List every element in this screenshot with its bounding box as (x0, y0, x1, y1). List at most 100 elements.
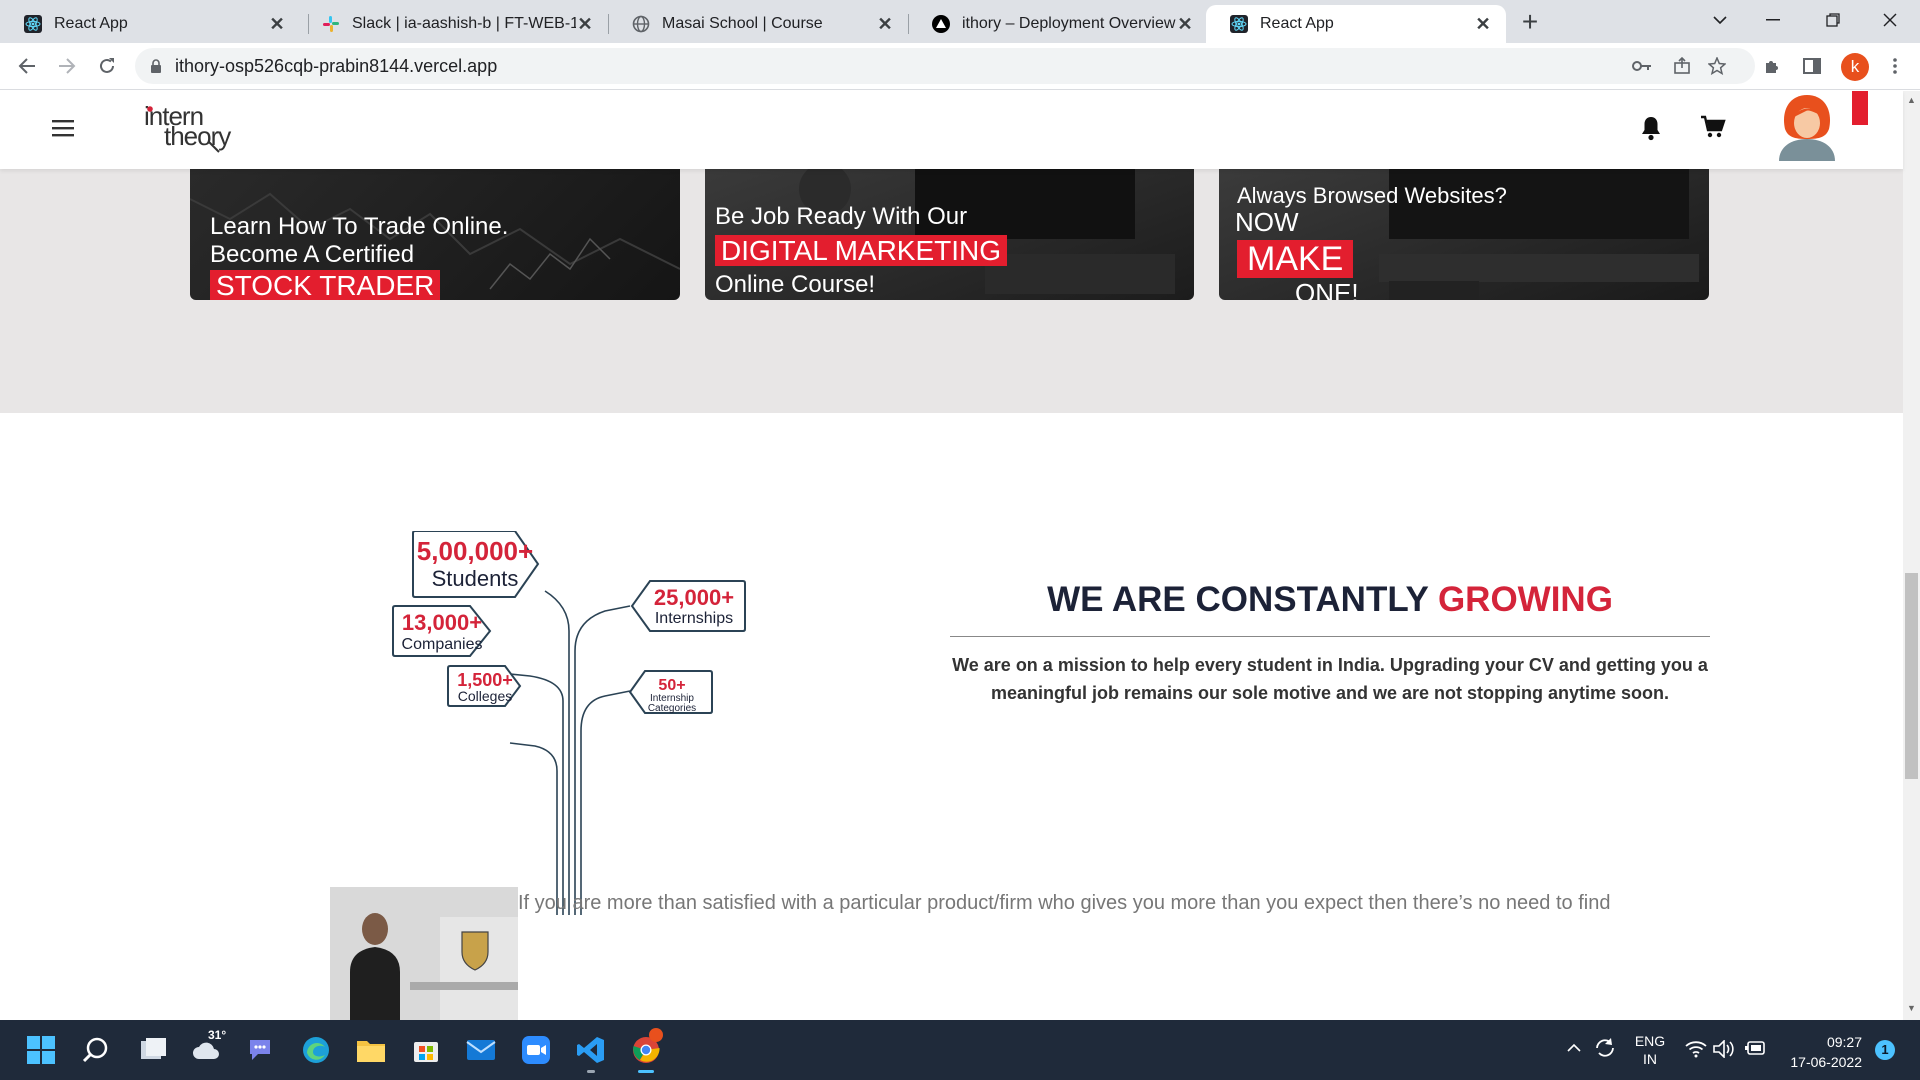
close-tab-icon[interactable]: ✕ (268, 14, 286, 35)
globe-icon (632, 15, 650, 33)
hamburger-menu-icon[interactable] (52, 119, 74, 142)
banner-1-highlight: STOCK TRADER (210, 270, 441, 300)
clock-date: 17-06-2022 (1790, 1054, 1862, 1070)
forward-arrow-icon[interactable] (52, 51, 82, 81)
tab-react-app-active[interactable]: React App ✕ (1206, 5, 1506, 43)
edge-browser-icon[interactable] (296, 1030, 336, 1070)
new-tab-button[interactable]: + (1515, 7, 1545, 37)
stat-tag-internships: 25,000+ Internships (630, 580, 746, 632)
stat-tag-companies: 13,000+ Companies (392, 605, 492, 657)
browser-toolbar: ithory-osp526cqb-prabin8144.vercel.app k (0, 43, 1920, 90)
user-avatar[interactable] (1775, 91, 1839, 166)
tray-chevron-icon[interactable] (1566, 1040, 1582, 1056)
growing-heading-part-2: GROWING (1437, 580, 1613, 619)
heading-divider (950, 636, 1710, 637)
stat-colleges-label: Colleges (458, 688, 512, 704)
stat-internships-label: Internships (655, 610, 733, 627)
stat-students-label: Students (432, 566, 519, 591)
scroll-down-arrow-icon[interactable]: ▼ (1907, 1003, 1916, 1013)
tab-title: React App (1260, 15, 1334, 32)
react-icon (1230, 15, 1248, 33)
floating-red-tab[interactable] (1852, 91, 1868, 125)
close-tab-icon[interactable]: ✕ (1474, 14, 1492, 35)
banner-2-line-1: Be Job Ready With Our (715, 203, 968, 230)
side-panel-icon[interactable] (1797, 51, 1827, 81)
stat-tag-students: 5,00,000+ Students (412, 531, 540, 598)
testimonial-photo (330, 887, 518, 1020)
file-explorer-icon[interactable] (351, 1030, 391, 1070)
language-indicator[interactable]: ENG IN (1633, 1032, 1667, 1068)
browser-tab-strip: React App ✕ Slack | ia-aashish-b | FT-WE… (0, 0, 1920, 43)
mission-text: We are on a mission to help every studen… (952, 655, 1708, 703)
growing-heading-part-1: WE ARE CONSTANTLY (1047, 580, 1429, 619)
logo-dot-icon (147, 106, 153, 112)
page-viewport: intern theory Learn How To Trade Online.… (0, 91, 1920, 1020)
scrollbar-thumb[interactable] (1905, 573, 1918, 779)
browser-menu-icon[interactable] (1880, 51, 1910, 81)
address-bar[interactable]: ithory-osp526cqb-prabin8144.vercel.app (135, 48, 1755, 84)
battery-icon[interactable] (1745, 1040, 1767, 1059)
stat-students-value: 5,00,000+ (417, 536, 533, 566)
weather-temp: 31° (208, 1028, 227, 1042)
growing-heading: WE ARE CONSTANTLY GROWING (950, 580, 1710, 620)
logo-magnifier-icon (208, 141, 220, 153)
windows-start-icon[interactable] (21, 1030, 61, 1070)
zoom-app-icon[interactable] (516, 1030, 556, 1070)
close-tab-icon[interactable]: ✕ (576, 14, 594, 35)
close-window-icon[interactable] (1860, 0, 1920, 40)
banner-make-website[interactable]: Always Browsed Websites? NOW MAKE ONE! (1219, 169, 1709, 300)
banner-stock-trader[interactable]: Learn How To Trade Online. Become A Cert… (190, 169, 680, 300)
intern-theory-logo[interactable]: intern theory (142, 101, 242, 157)
testimonial-text: If you are more than satisfied with a pa… (518, 892, 1611, 914)
microsoft-store-icon[interactable] (406, 1030, 446, 1070)
windows-taskbar: 31° ENG IN 09:27 17-06-2022 1 (0, 1020, 1920, 1080)
page-scrollbar[interactable]: ▲ ▼ (1903, 91, 1920, 1020)
close-tab-icon[interactable]: ✕ (876, 14, 894, 35)
tab-masai-school[interactable]: Masai School | Course ✕ (608, 5, 908, 43)
growth-stats-graphic: 5,00,000+ Students 13,000+ Companies 1,5… (392, 531, 746, 915)
stat-colleges-value: 1,500+ (457, 670, 513, 690)
vscode-icon[interactable] (571, 1030, 611, 1073)
language-code: ENG (1634, 1033, 1666, 1049)
tab-vercel-deployment[interactable]: ithory – Deployment Overview ✕ (908, 5, 1208, 43)
volume-icon[interactable] (1713, 1039, 1735, 1061)
restore-window-icon[interactable] (1803, 0, 1863, 40)
shopping-cart-icon[interactable] (1700, 115, 1726, 144)
notification-count-badge[interactable]: 1 (1875, 1040, 1895, 1060)
tab-title: Slack | ia-aashish-b | FT-WEB-16 (352, 15, 576, 32)
mail-icon[interactable] (461, 1030, 501, 1070)
close-tab-icon[interactable]: ✕ (1176, 14, 1194, 35)
back-arrow-icon[interactable] (12, 51, 42, 81)
teams-chat-icon[interactable] (240, 1030, 280, 1070)
search-icon[interactable] (75, 1030, 115, 1070)
extensions-puzzle-icon[interactable] (1757, 51, 1787, 81)
vercel-icon (932, 15, 950, 33)
reload-icon[interactable] (92, 51, 122, 81)
url-text: ithory-osp526cqb-prabin8144.vercel.app (175, 55, 498, 76)
minimize-window-icon[interactable] (1743, 0, 1803, 40)
tab-title: Masai School | Course (662, 15, 823, 32)
tab-react-app-1[interactable]: React App ✕ (0, 5, 300, 43)
tab-search-chevron-icon[interactable] (1690, 0, 1750, 40)
stat-internships-value: 25,000+ (654, 585, 734, 610)
banner-3-highlight: MAKE (1237, 240, 1354, 279)
clock[interactable]: 09:27 17-06-2022 (1776, 1032, 1862, 1072)
task-view-icon[interactable] (133, 1030, 173, 1070)
react-icon (24, 15, 42, 33)
profile-avatar[interactable]: k (1841, 53, 1869, 81)
scroll-up-arrow-icon[interactable]: ▲ (1907, 95, 1916, 105)
tab-title: ithory – Deployment Overview (962, 15, 1176, 32)
bookmark-star-icon[interactable] (1705, 56, 1729, 76)
stat-categories-value: 50+ (658, 677, 685, 694)
chrome-icon[interactable] (626, 1028, 666, 1073)
share-icon[interactable] (1670, 56, 1694, 76)
lock-icon[interactable] (150, 58, 162, 79)
sync-icon[interactable] (1593, 1036, 1617, 1063)
stat-tag-categories: 50+ Internship Categories (628, 670, 713, 714)
notification-bell-icon[interactable] (1640, 115, 1662, 146)
weather-widget-icon[interactable]: 31° (186, 1028, 227, 1070)
banner-digital-marketing[interactable]: Be Job Ready With Our DIGITAL MARKETING … (705, 169, 1194, 300)
wifi-icon[interactable] (1685, 1040, 1707, 1061)
password-key-icon[interactable] (1630, 56, 1654, 76)
tab-slack[interactable]: Slack | ia-aashish-b | FT-WEB-16 ✕ (308, 5, 608, 43)
